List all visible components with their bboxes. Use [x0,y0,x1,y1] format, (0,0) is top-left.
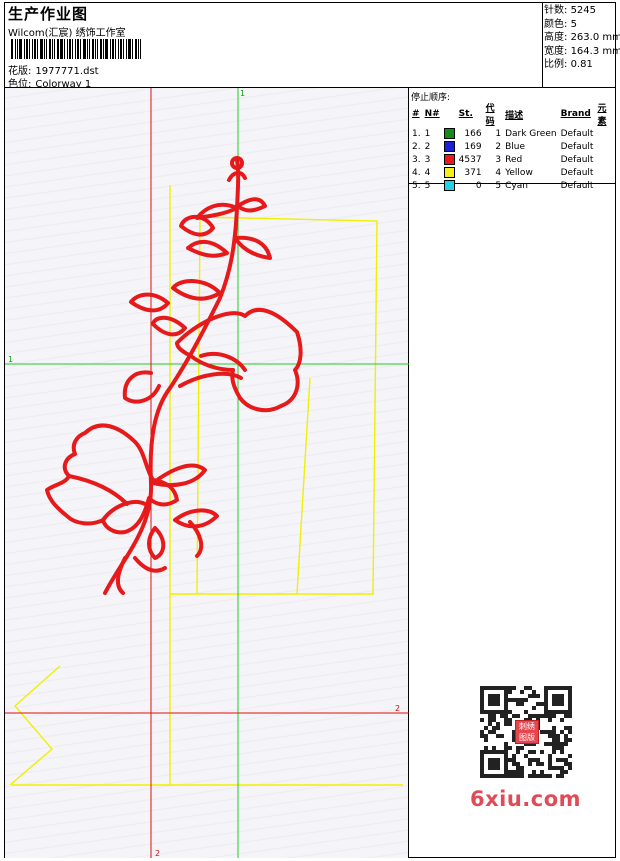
stat-width: 宽度: 164.3 mm [544,45,620,57]
thread-swatch [442,153,457,166]
floral-embroidery [45,156,303,595]
stat-height: 高度: 263.0 mm [544,32,620,44]
studio-subtitle: Wilcom(汇宸) 绣饰工作室 [8,28,126,39]
stat-colors: 颜色: 5 [544,18,577,30]
stat-stitches: 针数: 5245 [544,5,597,16]
design-canvas[interactable]: 1 1 2 2 [5,88,409,858]
col-needle: N# [424,109,440,119]
col-code: 代码 [485,104,495,127]
col-element: 元素 [597,104,607,127]
header-info: 生产作业图 Wilcom(汇宸) 绣饰工作室 花版: 1977771.dst 色位… [5,2,543,90]
stat-scale: 比例: 0.81 [544,59,593,71]
thread-swatch [442,127,457,140]
thread-row: 1. 1 166 1 Dark Green Default [412,127,594,140]
barcode-graphic [11,39,144,59]
col-description: 描述 [505,110,524,121]
thread-swatch [442,179,457,192]
red-v-guide-label: 2 [155,849,160,858]
thread-swatch [442,140,457,153]
col-brand: Brand [560,109,591,119]
thread-row: 3. 3 4537 3 Red Default [412,153,594,166]
col-color [442,101,457,127]
col-index: # [412,109,420,119]
col-stitches: St. [458,109,473,119]
green-v-guide-label: 1 [240,89,245,98]
yellow-outline [9,185,403,786]
thread-sequence-panel: 停止顺序: # N# St. 代码 描述 Brand 元素 1. 1 166 1 Dar… [409,88,615,191]
red-h-guide-label: 2 [395,704,400,713]
design-stats: 针数: 5245 颜色: 5 高度: 263.0 mm 宽度: 164.3 mm… [542,2,620,88]
watermark-text: 6xiu.com [470,787,582,811]
page-title: 生产作业图 [8,5,89,23]
red-seal-stamp: 刺绣图版 [515,720,539,744]
thread-row: 2. 2 169 2 Blue Default [412,140,594,153]
thread-row: 4. 4 371 4 Yellow Default [412,166,594,179]
green-h-guide-label: 1 [8,355,13,364]
embroidery-preview: 1 1 2 2 [5,88,409,858]
thread-table-header: # N# St. 代码 描述 Brand 元素 [410,101,615,127]
thread-table: # N# St. 代码 描述 Brand 元素 1. 1 166 1 Dark Gree… [410,101,615,192]
production-sheet: 生产作业图 Wilcom(汇宸) 绣饰工作室 花版: 1977771.dst 色位… [0,0,620,861]
thread-row: 5. 5 0 5 Cyan Default [412,179,594,192]
thread-swatch [442,166,457,179]
